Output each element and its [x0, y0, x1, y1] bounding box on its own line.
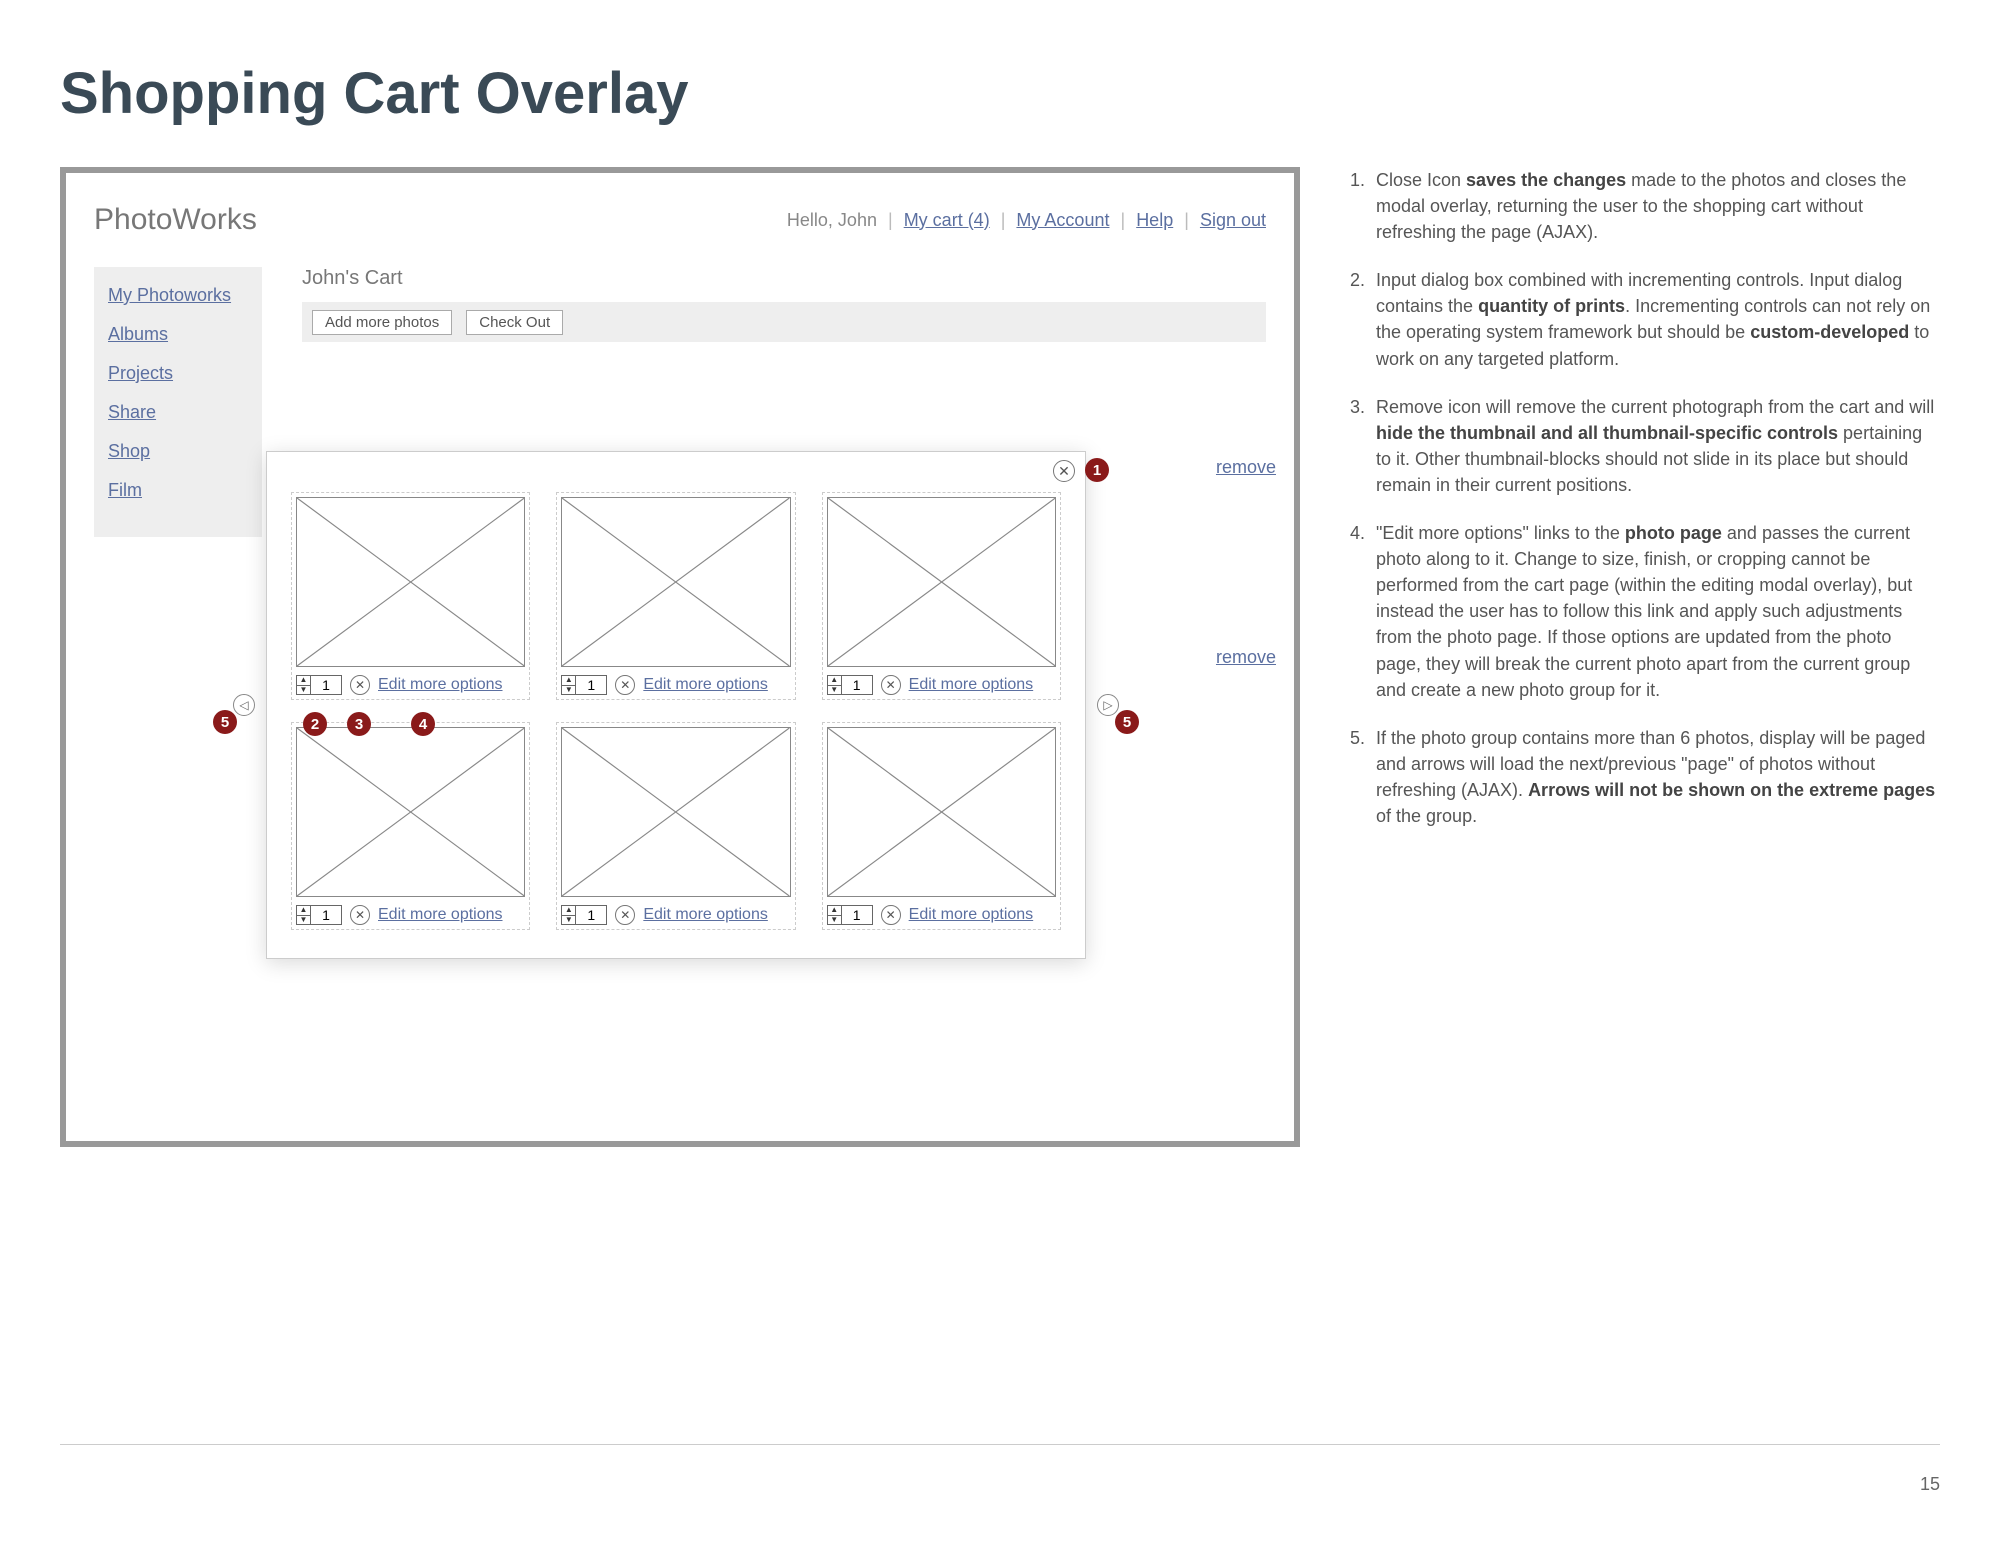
- callout-5-right: 5: [1115, 710, 1139, 734]
- sidebar: My Photoworks Albums Projects Share Shop…: [94, 267, 262, 537]
- cart-remove-link[interactable]: remove: [1216, 647, 1276, 668]
- remove-thumb-icon[interactable]: ✕: [350, 905, 370, 925]
- page-next-icon[interactable]: ▷: [1097, 694, 1119, 716]
- annotation-item: Input dialog box combined with increment…: [1350, 267, 1940, 371]
- page-title: Shopping Cart Overlay: [60, 60, 1940, 127]
- annotation-item: If the photo group contains more than 6 …: [1350, 725, 1940, 829]
- annotation-item: Close Icon saves the changes made to the…: [1350, 167, 1940, 245]
- cart-edit-modal: ✕ ◁ ▷ ▲ ▼ ✕ Edit more options: [266, 451, 1086, 959]
- add-more-photos-button[interactable]: Add more photos: [312, 310, 452, 335]
- photo-placeholder: [561, 727, 790, 897]
- photo-placeholder: [296, 497, 525, 667]
- remove-thumb-icon[interactable]: ✕: [881, 905, 901, 925]
- callout-3: 3: [347, 712, 371, 736]
- quantity-input[interactable]: [311, 906, 341, 924]
- remove-thumb-icon[interactable]: ✕: [615, 675, 635, 695]
- annotation-item: "Edit more options" links to the photo p…: [1350, 520, 1940, 703]
- sidebar-item-share[interactable]: Share: [108, 402, 248, 423]
- sign-out-link[interactable]: Sign out: [1200, 210, 1266, 230]
- thumb-block: ▲ ▼ ✕ Edit more options: [822, 722, 1061, 930]
- page-prev-icon[interactable]: ◁: [233, 694, 255, 716]
- annotation-notes: Close Icon saves the changes made to the…: [1350, 167, 1940, 1147]
- edit-more-options-link[interactable]: Edit more options: [643, 906, 768, 924]
- edit-more-options-link[interactable]: Edit more options: [643, 676, 768, 694]
- quantity-input[interactable]: [576, 906, 606, 924]
- quantity-input[interactable]: [842, 906, 872, 924]
- my-account-link[interactable]: My Account: [1016, 210, 1109, 230]
- quantity-stepper[interactable]: ▲ ▼: [296, 905, 342, 925]
- quantity-stepper[interactable]: ▲ ▼: [561, 675, 607, 695]
- stepper-down-icon[interactable]: ▼: [297, 916, 310, 925]
- photo-placeholder: [827, 497, 1056, 667]
- check-out-button[interactable]: Check Out: [466, 310, 563, 335]
- browser-frame: PhotoWorks Hello, John | My cart (4) | M…: [60, 167, 1300, 1147]
- brand-logo: PhotoWorks: [94, 203, 257, 237]
- action-bar: Add more photos Check Out: [302, 302, 1266, 342]
- quantity-stepper[interactable]: ▲ ▼: [561, 905, 607, 925]
- remove-thumb-icon[interactable]: ✕: [615, 905, 635, 925]
- my-cart-link[interactable]: My cart (4): [904, 210, 990, 230]
- quantity-stepper[interactable]: ▲ ▼: [827, 675, 873, 695]
- callout-1: 1: [1085, 458, 1109, 482]
- edit-more-options-link[interactable]: Edit more options: [378, 676, 503, 694]
- greeting: Hello, John: [787, 210, 877, 230]
- photo-placeholder: [827, 727, 1056, 897]
- page-number: 15: [1920, 1474, 1940, 1495]
- stepper-down-icon[interactable]: ▼: [828, 686, 841, 695]
- remove-thumb-icon[interactable]: ✕: [350, 675, 370, 695]
- quantity-stepper[interactable]: ▲ ▼: [827, 905, 873, 925]
- stepper-down-icon[interactable]: ▼: [828, 916, 841, 925]
- top-links: Hello, John | My cart (4) | My Account |…: [787, 210, 1266, 231]
- sidebar-item-albums[interactable]: Albums: [108, 324, 248, 345]
- sidebar-item-my-photoworks[interactable]: My Photoworks: [108, 285, 248, 306]
- stepper-down-icon[interactable]: ▼: [297, 686, 310, 695]
- close-icon[interactable]: ✕: [1053, 460, 1075, 482]
- sidebar-item-shop[interactable]: Shop: [108, 441, 248, 462]
- edit-more-options-link[interactable]: Edit more options: [378, 906, 503, 924]
- stepper-down-icon[interactable]: ▼: [562, 916, 575, 925]
- cart-heading: John's Cart: [302, 267, 1266, 290]
- remove-thumb-icon[interactable]: ✕: [881, 675, 901, 695]
- annotation-item: Remove icon will remove the current phot…: [1350, 394, 1940, 498]
- quantity-input[interactable]: [576, 676, 606, 694]
- thumb-block: ▲ ▼ ✕ Edit more options: [556, 722, 795, 930]
- thumb-block: ▲ ▼ ✕ Edit more options: [822, 492, 1061, 700]
- quantity-input[interactable]: [311, 676, 341, 694]
- callout-4: 4: [411, 712, 435, 736]
- callout-2: 2: [303, 712, 327, 736]
- edit-more-options-link[interactable]: Edit more options: [909, 676, 1034, 694]
- thumb-block: ▲ ▼ ✕ Edit more options: [556, 492, 795, 700]
- sidebar-item-projects[interactable]: Projects: [108, 363, 248, 384]
- edit-more-options-link[interactable]: Edit more options: [909, 906, 1034, 924]
- cart-remove-link[interactable]: remove: [1216, 457, 1276, 478]
- photo-placeholder: [561, 497, 790, 667]
- sidebar-item-film[interactable]: Film: [108, 480, 248, 501]
- help-link[interactable]: Help: [1136, 210, 1173, 230]
- quantity-stepper[interactable]: ▲ ▼: [296, 675, 342, 695]
- thumb-block: ▲ ▼ ✕ Edit more options: [291, 492, 530, 700]
- photo-placeholder: [296, 727, 525, 897]
- footer-divider: [60, 1444, 1940, 1445]
- thumb-block: ▲ ▼ ✕ Edit more options: [291, 722, 530, 930]
- quantity-input[interactable]: [842, 676, 872, 694]
- callout-5-left: 5: [213, 710, 237, 734]
- stepper-down-icon[interactable]: ▼: [562, 686, 575, 695]
